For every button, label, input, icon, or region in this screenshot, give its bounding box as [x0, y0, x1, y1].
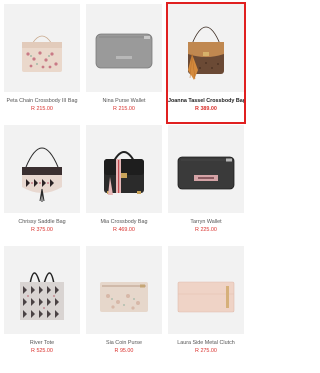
brown-monogram-crossbody-image	[188, 26, 224, 80]
product-card[interactable]: Sia Coin Purse R 95.00	[86, 246, 162, 364]
product-image[interactable]	[168, 125, 244, 213]
cream-embroidered-clutch-image	[22, 35, 62, 72]
product-name[interactable]: Peta Chain Crossbody III Bag	[4, 98, 80, 104]
black-pink-stripe-crossbody-image	[104, 151, 144, 195]
product-card-selected[interactable]: Joanna Tassel Crossbody Bag R 389.00	[166, 2, 246, 124]
product-image[interactable]	[4, 125, 80, 213]
product-card[interactable]: Mia Crossbody Bag R 469.00	[86, 125, 162, 243]
product-card[interactable]: Peta Chain Crossbody III Bag R 215.00	[4, 4, 80, 122]
product-price: R 389.00	[195, 106, 217, 112]
product-price: R 215.00	[31, 106, 53, 112]
product-image[interactable]	[86, 4, 162, 92]
product-card[interactable]: Nina Purse Wallet R 215.00	[86, 4, 162, 122]
grey-zip-wallet-image	[95, 33, 153, 69]
product-name[interactable]: River Tote	[4, 340, 80, 346]
product-name[interactable]: Tarryn Wallet	[168, 219, 244, 225]
product-card[interactable]: Chrissy Saddle Bag R 375.00	[4, 125, 80, 243]
product-price: R 225.00	[195, 227, 217, 233]
product-price: R 525.00	[31, 348, 53, 354]
product-image[interactable]	[168, 4, 244, 92]
product-image[interactable]	[4, 4, 80, 92]
product-image[interactable]	[86, 246, 162, 334]
product-name[interactable]: Sia Coin Purse	[86, 340, 162, 346]
product-card[interactable]: Tarryn Wallet R 225.00	[168, 125, 244, 243]
product-price: R 275.00	[195, 348, 217, 354]
product-price: R 215.00	[113, 106, 135, 112]
patterned-saddle-bag-image	[22, 147, 62, 202]
product-name[interactable]: Mia Crossbody Bag	[86, 219, 162, 225]
product-price: R 375.00	[31, 227, 53, 233]
product-image[interactable]	[86, 125, 162, 213]
cream-coin-purse-image	[100, 282, 148, 312]
product-name[interactable]: Nina Purse Wallet	[86, 98, 162, 104]
product-name[interactable]: Chrissy Saddle Bag	[4, 219, 80, 225]
blush-clutch-image	[177, 281, 235, 313]
product-card[interactable]: Laura Side Metal Clutch R 275.00	[168, 246, 244, 364]
product-price: R 469.00	[113, 227, 135, 233]
product-image[interactable]	[168, 246, 244, 334]
product-card[interactable]: River Tote R 525.00	[4, 246, 80, 364]
printed-tote-image	[20, 272, 64, 320]
product-grid: Peta Chain Crossbody III Bag R 215.00 Ni…	[4, 2, 246, 364]
product-name[interactable]: Joanna Tassel Crossbody Bag	[168, 98, 244, 104]
product-name[interactable]: Laura Side Metal Clutch	[168, 340, 244, 346]
product-image[interactable]	[4, 246, 80, 334]
black-wallet-image	[177, 156, 235, 190]
product-price: R 95.00	[114, 348, 134, 354]
